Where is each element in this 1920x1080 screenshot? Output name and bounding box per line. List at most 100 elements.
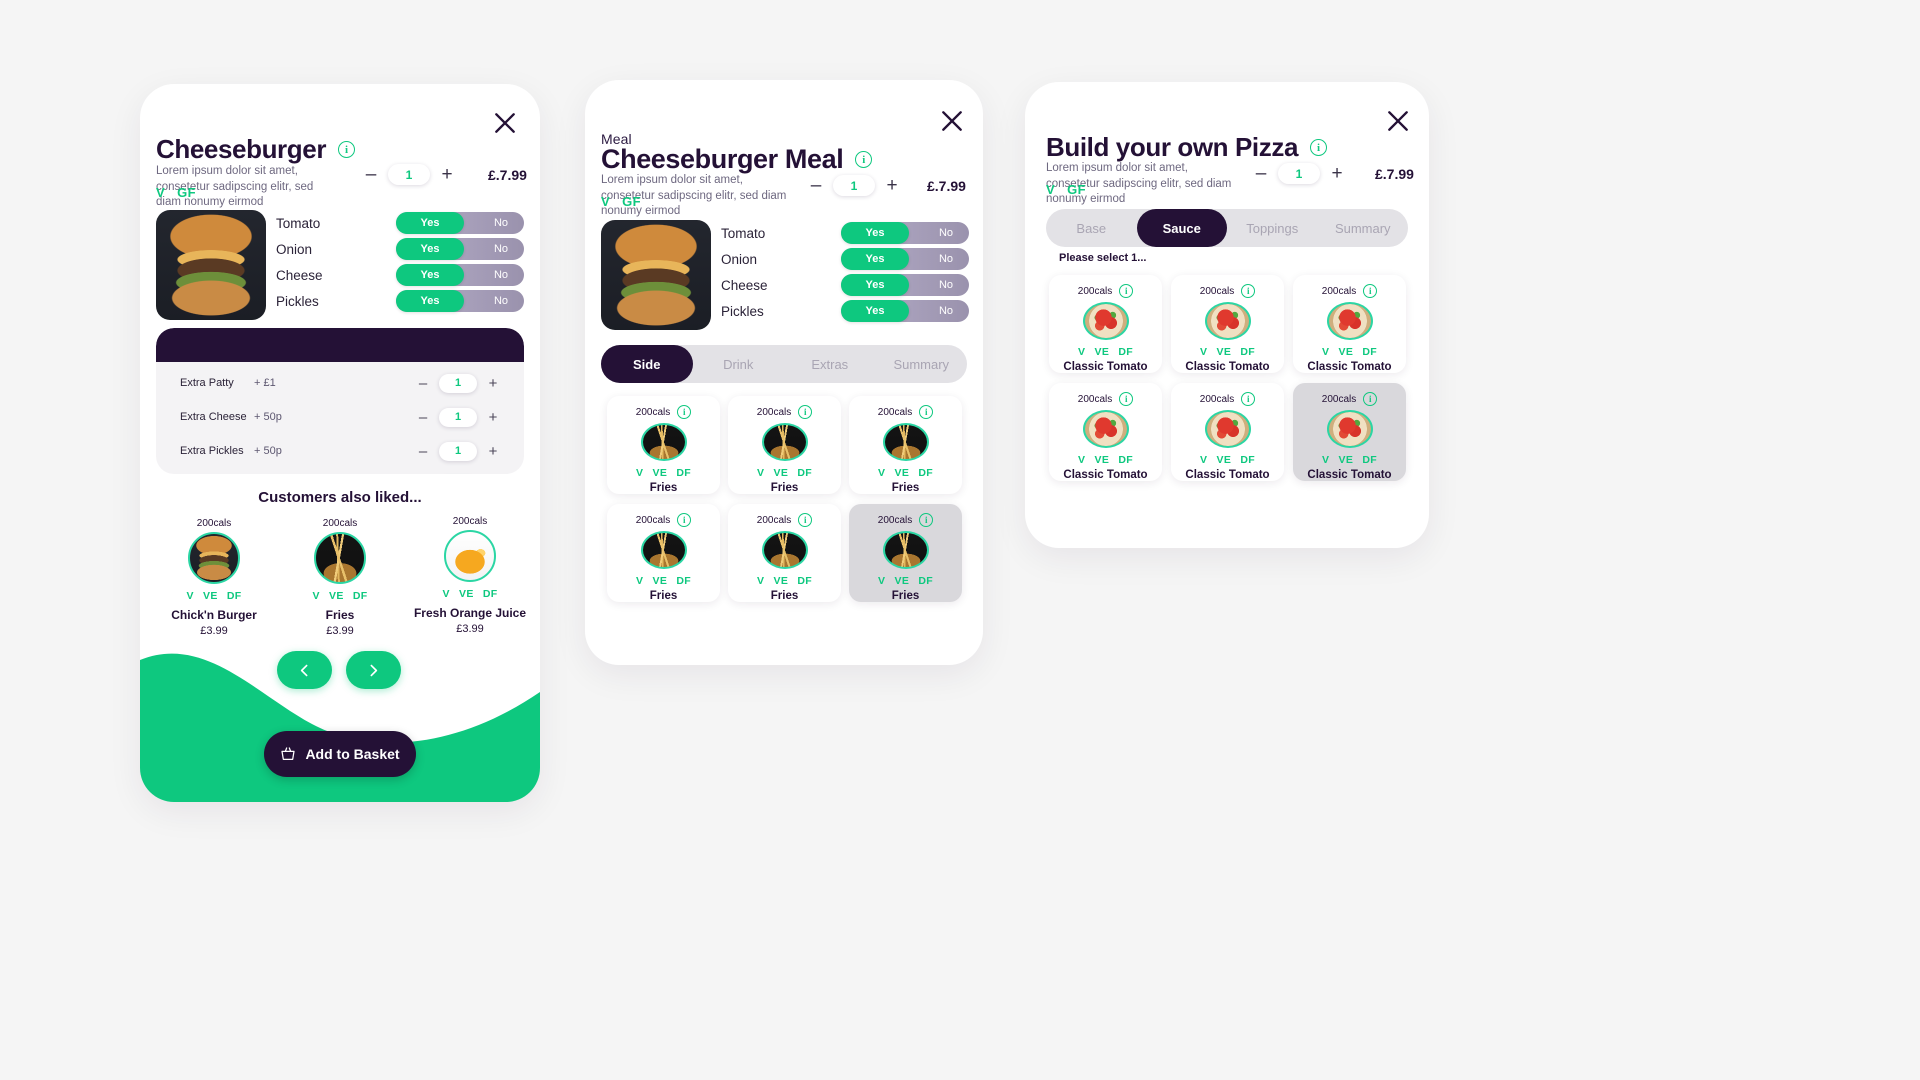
option-yes-label[interactable]: Yes — [396, 238, 464, 260]
close-icon[interactable] — [492, 110, 518, 136]
option-yes-label[interactable]: Yes — [396, 264, 464, 286]
option-toggle-pickles[interactable]: No Yes — [841, 300, 969, 322]
option-yes-label[interactable]: Yes — [841, 222, 909, 244]
item-thumbnail — [1082, 410, 1129, 448]
product-price: £3.99 — [456, 623, 484, 635]
sauce-item-tile-selected[interactable]: 200cals i V VE DF Classic Tomato — [1293, 383, 1406, 481]
close-icon[interactable] — [1385, 108, 1411, 134]
quantity-increment-button[interactable]: + — [1330, 164, 1344, 183]
extra-increment-button[interactable]: + — [486, 444, 500, 459]
option-no-label[interactable]: No — [939, 222, 953, 244]
option-yes-label[interactable]: Yes — [396, 290, 464, 312]
side-item-tile[interactable]: 200cals i V VE DF Fries — [728, 504, 841, 602]
extra-increment-button[interactable]: + — [486, 410, 500, 425]
option-no-label[interactable]: No — [939, 300, 953, 322]
option-no-label[interactable]: No — [494, 212, 508, 234]
info-icon[interactable]: i — [1241, 392, 1256, 406]
sauce-item-tile[interactable]: 200cals i V VE DF Classic Tomato — [1171, 275, 1284, 373]
info-icon[interactable]: i — [1363, 284, 1378, 298]
extra-decrement-button[interactable]: – — [416, 444, 430, 459]
info-icon[interactable]: i — [677, 513, 692, 527]
option-no-label[interactable]: No — [494, 290, 508, 312]
info-icon[interactable]: i — [798, 405, 813, 419]
tab-summary[interactable]: Summary — [1318, 209, 1409, 247]
extra-increment-button[interactable]: + — [486, 376, 500, 391]
calories-label: 200cals — [635, 514, 671, 526]
side-item-tile[interactable]: 200cals i V VE DF Fries — [849, 396, 962, 494]
tab-toppings[interactable]: Toppings — [1227, 209, 1318, 247]
sauce-item-tile[interactable]: 200cals i V VE DF Classic Tomato — [1049, 383, 1162, 481]
info-icon[interactable]: i — [855, 151, 873, 168]
recommended-card[interactable]: 200cals V VE DF Fresh Orange Juice £3.99 — [412, 516, 528, 635]
side-item-tile[interactable]: 200cals i V VE DF Fries — [607, 504, 720, 602]
info-icon[interactable]: i — [1241, 284, 1256, 298]
quantity-increment-button[interactable]: + — [440, 165, 454, 184]
info-icon[interactable]: i — [1363, 392, 1378, 406]
option-toggle-pickles[interactable]: No Yes — [396, 290, 524, 312]
extra-quantity[interactable]: 1 — [439, 441, 477, 461]
option-yes-label[interactable]: Yes — [841, 248, 909, 270]
extra-quantity[interactable]: 1 — [439, 373, 477, 393]
option-yes-label[interactable]: Yes — [841, 300, 909, 322]
info-icon[interactable]: i — [1119, 284, 1134, 298]
carousel-next-button[interactable] — [346, 651, 401, 689]
close-icon[interactable] — [939, 108, 965, 134]
side-item-tile-selected[interactable]: 200cals i V VE DF Fries — [849, 504, 962, 602]
tab-base[interactable]: Base — [1046, 209, 1137, 247]
item-name: Classic Tomato — [1063, 361, 1148, 373]
quantity-value[interactable]: 1 — [1278, 163, 1320, 184]
diet-tag-v: V — [636, 467, 644, 479]
option-no-label[interactable]: No — [939, 248, 953, 270]
sauce-item-tile[interactable]: 200cals i V VE DF Classic Tomato — [1049, 275, 1162, 373]
quantity-decrement-button[interactable]: – — [1254, 164, 1268, 183]
tab-drink[interactable]: Drink — [693, 345, 785, 383]
sauce-item-tile[interactable]: 200cals i V VE DF Classic Tomato — [1293, 275, 1406, 373]
option-no-label[interactable]: No — [494, 264, 508, 286]
info-icon[interactable]: i — [919, 405, 934, 419]
option-yes-label[interactable]: Yes — [841, 274, 909, 296]
product-price: £3.99 — [326, 625, 354, 637]
item-name: Fries — [770, 590, 799, 602]
recommended-card[interactable]: 200cals V VE DF Fries £3.99 — [288, 518, 392, 637]
calories-label: 200cals — [1321, 393, 1357, 405]
info-icon[interactable]: i — [919, 513, 934, 527]
option-toggle-tomato[interactable]: No Yes — [396, 212, 524, 234]
option-toggle-cheese[interactable]: No Yes — [396, 264, 524, 286]
info-icon[interactable]: i — [338, 141, 356, 158]
recommended-card[interactable]: 200cals V VE DF Chick'n Burger £3.99 — [162, 518, 266, 637]
option-toggle-tomato[interactable]: No Yes — [841, 222, 969, 244]
extra-decrement-button[interactable]: – — [416, 410, 430, 425]
quantity-value[interactable]: 1 — [833, 175, 875, 196]
option-toggle-onion[interactable]: No Yes — [396, 238, 524, 260]
info-icon[interactable]: i — [1310, 139, 1328, 156]
sauce-item-tile[interactable]: 200cals i V VE DF Classic Tomato — [1171, 383, 1284, 481]
info-icon[interactable]: i — [1119, 392, 1134, 406]
diet-tag-v: V — [1322, 346, 1330, 358]
option-toggle-cheese[interactable]: No Yes — [841, 274, 969, 296]
item-thumbnail — [882, 531, 929, 569]
info-icon[interactable]: i — [798, 513, 813, 527]
extra-row: Extra Patty + £1 – 1 + — [156, 370, 524, 396]
quantity-decrement-button[interactable]: – — [809, 176, 823, 195]
option-yes-label[interactable]: Yes — [396, 212, 464, 234]
quantity-decrement-button[interactable]: – — [364, 165, 378, 184]
option-no-label[interactable]: No — [939, 274, 953, 296]
option-no-label[interactable]: No — [494, 238, 508, 260]
quantity-increment-button[interactable]: + — [885, 176, 899, 195]
tab-extras[interactable]: Extras — [784, 345, 876, 383]
add-to-basket-button[interactable]: Add to Basket — [264, 731, 416, 777]
tab-side[interactable]: Side — [601, 345, 693, 383]
extra-decrement-button[interactable]: – — [416, 376, 430, 391]
option-toggle-onion[interactable]: No Yes — [841, 248, 969, 270]
tab-sauce[interactable]: Sauce — [1136, 209, 1227, 247]
carousel-prev-button[interactable] — [277, 651, 332, 689]
item-name: Classic Tomato — [1063, 469, 1148, 481]
side-item-tile[interactable]: 200cals i V VE DF Fries — [607, 396, 720, 494]
quantity-value[interactable]: 1 — [388, 164, 430, 185]
tab-summary[interactable]: Summary — [876, 345, 968, 383]
option-row: Pickles No Yes — [721, 298, 969, 324]
side-item-tile[interactable]: 200cals i V VE DF Fries — [728, 396, 841, 494]
diet-tags: V VE DF — [633, 575, 694, 587]
info-icon[interactable]: i — [677, 405, 692, 419]
extra-quantity[interactable]: 1 — [439, 407, 477, 427]
